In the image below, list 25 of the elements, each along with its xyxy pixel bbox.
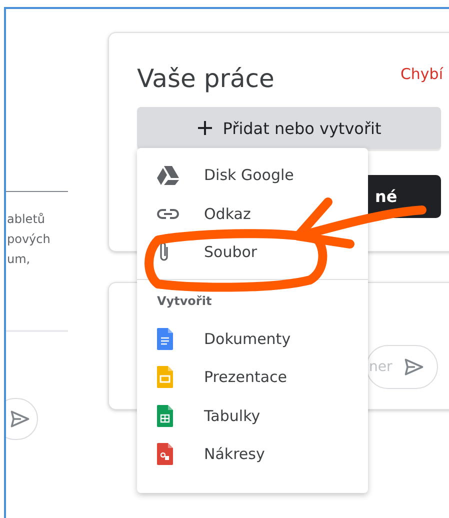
drawings-file-icon bbox=[157, 443, 173, 466]
menu-item[interactable]: Disk Google bbox=[157, 163, 294, 188]
missing-status: Chybí bbox=[400, 64, 443, 83]
send-icon bbox=[9, 408, 31, 430]
docs-file-icon bbox=[157, 328, 173, 350]
menu-item[interactable]: Prezentace bbox=[157, 365, 288, 390]
menu-section-heading: Vytvořit bbox=[156, 294, 213, 308]
drive-icon bbox=[157, 165, 179, 186]
slides-file-icon bbox=[157, 366, 173, 388]
send-icon[interactable] bbox=[402, 356, 426, 378]
menu-item[interactable]: Dokumenty bbox=[157, 326, 291, 351]
description-text: abletů bbox=[7, 211, 45, 228]
plus-icon bbox=[196, 120, 213, 136]
menu-item[interactable]: Nákresy bbox=[157, 442, 265, 466]
description-text: um, bbox=[7, 251, 30, 268]
send-button[interactable] bbox=[6, 398, 38, 440]
menu-item[interactable]: Tabulky bbox=[157, 404, 260, 428]
add-or-create-button[interactable]: Přidat nebo vytvořit bbox=[137, 107, 441, 149]
link-icon bbox=[157, 208, 179, 220]
paperclip-icon bbox=[157, 241, 171, 264]
sheets-file-icon bbox=[157, 404, 173, 427]
work-title: Vaše práce bbox=[137, 63, 274, 95]
description-text: pových bbox=[7, 231, 50, 248]
comment-field[interactable]: ner bbox=[366, 345, 438, 389]
menu-item[interactable]: Odkaz bbox=[157, 202, 251, 226]
